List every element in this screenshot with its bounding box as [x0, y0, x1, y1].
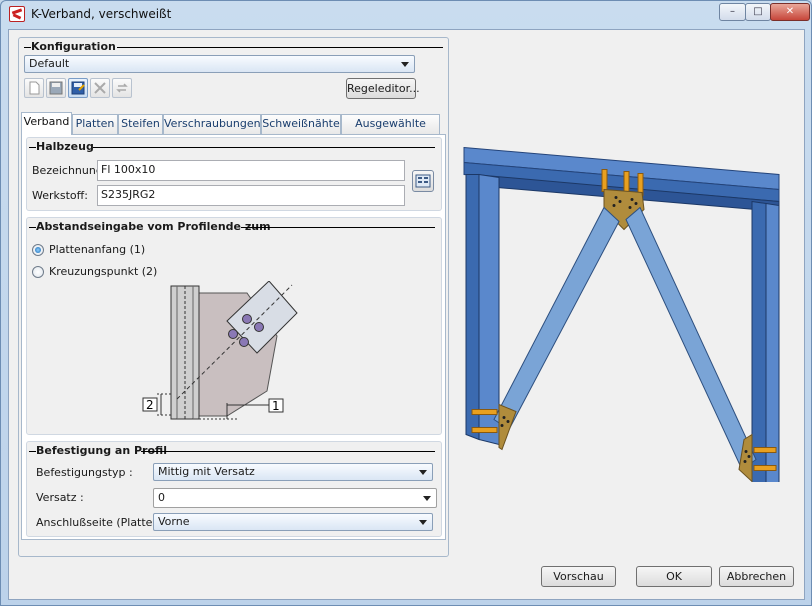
werkstoff-field[interactable]: S235JRG2 — [97, 185, 405, 206]
abstand-title: Abstandseingabe vom Profilende zum — [36, 220, 275, 233]
tab-ausgewaehlte-teile[interactable]: Ausgewählte Teile — [341, 114, 440, 148]
refresh-icon — [116, 83, 128, 93]
title-bar: K-Verband, verschweißt – □ ✕ — [1, 1, 811, 29]
3d-preview — [463, 146, 780, 482]
delete-icon — [94, 82, 106, 94]
chevron-down-icon — [419, 520, 427, 525]
bezeichnung-field[interactable]: Fl 100x10 — [97, 160, 405, 181]
werkstoff-label: Werkstoff: — [32, 189, 88, 202]
right-column-shape — [751, 200, 767, 482]
maximize-button[interactable]: □ — [745, 3, 771, 21]
save-as-icon — [71, 81, 85, 95]
delete-button[interactable] — [90, 78, 110, 98]
plattenanfang-label: Plattenanfang (1) — [49, 243, 146, 256]
konfiguration-title: Konfiguration — [31, 40, 120, 53]
chevron-down-icon — [401, 62, 409, 67]
catalog-icon — [415, 174, 431, 188]
save-as-button[interactable] — [68, 78, 88, 98]
dimension-label-one: 1 — [272, 399, 280, 413]
right-brace-shape — [625, 206, 757, 471]
konfiguration-selected-value: Default — [29, 57, 70, 70]
minimize-button[interactable]: – — [719, 3, 746, 21]
bezeichnung-label: Bezeichnung: — [32, 164, 107, 177]
window-title: K-Verband, verschweißt — [31, 7, 172, 21]
bolt-shape — [228, 329, 238, 339]
versatz-label: Versatz : — [36, 491, 84, 504]
abstand-section: Abstandseingabe vom Profilende zum Platt… — [26, 217, 442, 435]
save-button[interactable] — [46, 78, 66, 98]
befestigungstyp-label: Befestigungstyp : — [36, 466, 133, 479]
cancel-button[interactable]: Abbrechen — [719, 566, 794, 587]
chevron-down-icon — [419, 470, 427, 475]
chevron-down-icon — [423, 496, 431, 501]
left-column-shape — [465, 174, 480, 441]
dialog-window: K-Verband, verschweißt – □ ✕ Konfigurati… — [0, 0, 812, 606]
tab-schweissnaehte[interactable]: Schweißnähte — [261, 114, 341, 134]
bolt-shape — [254, 322, 264, 332]
kreuzungspunkt-radio[interactable] — [32, 266, 44, 278]
halbzeug-section: Halbzeug Bezeichnung: Fl 100x10 Werkstof… — [26, 137, 442, 211]
app-logo-icon — [9, 6, 25, 22]
befestigungstyp-select[interactable]: Mittig mit Versatz — [153, 463, 433, 481]
tab-page-verband: Halbzeug Bezeichnung: Fl 100x10 Werkstof… — [21, 134, 446, 540]
new-icon — [29, 81, 40, 95]
versatz-value: 0 — [158, 491, 165, 504]
anschlussseite-select[interactable]: Vorne — [153, 513, 433, 531]
left-brace-shape — [493, 206, 620, 431]
tab-platten[interactable]: Platten — [72, 114, 118, 134]
bolt-shape — [242, 314, 252, 324]
anschlussseite-label: Anschlußseite (Platte) : — [36, 516, 164, 529]
connection-diagram: 2 1 — [142, 281, 298, 420]
halbzeug-title: Halbzeug — [36, 140, 98, 153]
befestigung-section: Befestigung an Profil Befestigungstyp : … — [26, 441, 442, 537]
tab-steifen[interactable]: Steifen — [118, 114, 163, 134]
kreuzungspunkt-label: Kreuzungspunkt (2) — [49, 265, 158, 278]
new-button[interactable] — [24, 78, 44, 98]
befestigungstyp-value: Mittig mit Versatz — [158, 465, 255, 478]
anschlussseite-value: Vorne — [158, 515, 190, 528]
save-icon — [49, 81, 63, 95]
versatz-input[interactable]: 0 — [153, 488, 437, 508]
preview-button[interactable]: Vorschau — [541, 566, 616, 587]
rule-editor-button[interactable]: Regeleditor... — [346, 78, 420, 99]
tab-verschraubungen[interactable]: Verschraubungen — [163, 114, 261, 134]
dialog-client: Konfiguration Default Regeleditor... Ver… — [8, 29, 805, 600]
dimension-label-two: 2 — [146, 398, 154, 412]
settings-panel: Konfiguration Default Regeleditor... Ver… — [18, 37, 449, 557]
plattenanfang-radio[interactable] — [32, 244, 44, 256]
refresh-button[interactable] — [112, 78, 132, 98]
bolt-shape — [239, 337, 249, 347]
catalog-button[interactable] — [412, 170, 434, 192]
tab-verband[interactable]: Verband — [21, 112, 72, 135]
ok-button[interactable]: OK — [636, 566, 712, 587]
close-button[interactable]: ✕ — [770, 3, 810, 21]
konfiguration-select[interactable]: Default — [24, 55, 415, 73]
